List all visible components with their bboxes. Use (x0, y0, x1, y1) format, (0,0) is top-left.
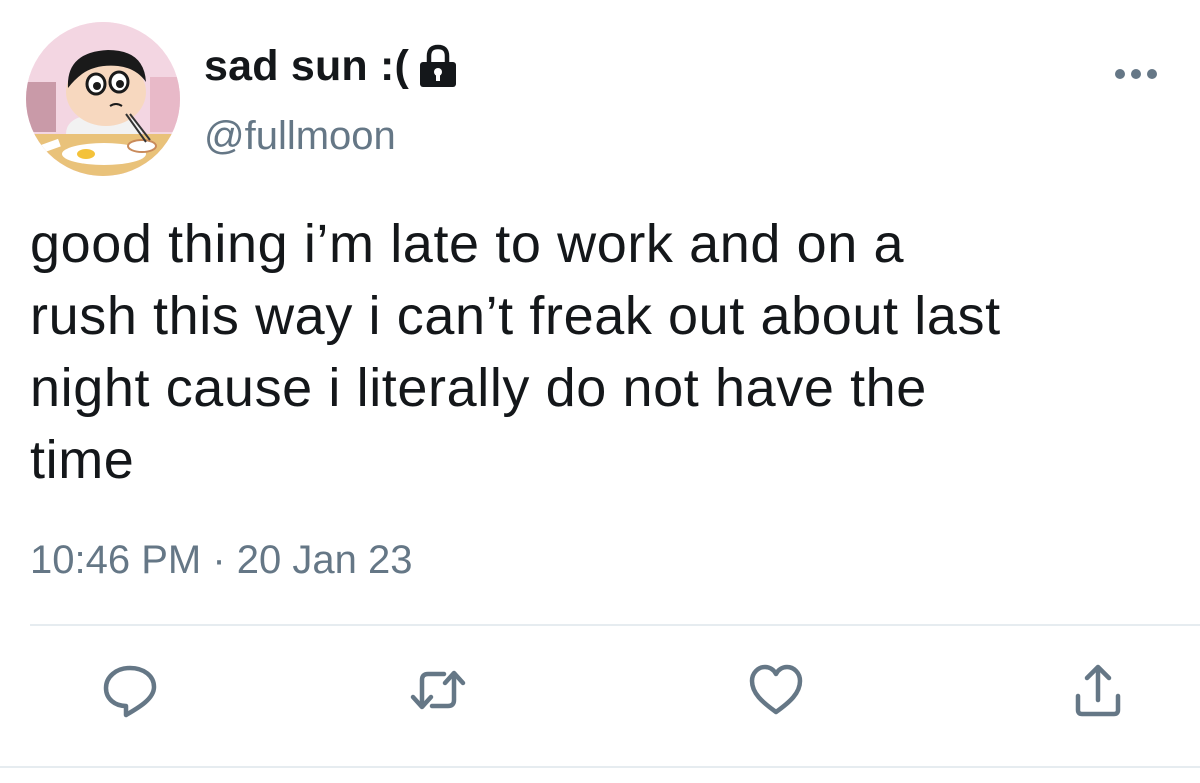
heart-icon (749, 664, 803, 715)
divider (30, 624, 1200, 626)
reply-button[interactable] (100, 660, 160, 720)
share-button[interactable] (1068, 660, 1128, 720)
bottom-divider (0, 766, 1200, 768)
user-handle[interactable]: @fullmoon (204, 114, 396, 159)
tweet-card: sad sun :( @fullmoon good thing i’m late… (0, 0, 1200, 783)
like-button[interactable] (746, 660, 806, 720)
lock-icon (417, 43, 459, 89)
tweet-text: good thing i’m late to work and on a rus… (30, 214, 1001, 490)
share-icon (1075, 664, 1121, 717)
more-dots-icon[interactable] (1114, 66, 1158, 82)
display-name-row: sad sun :( (204, 38, 459, 94)
avatar[interactable] (26, 22, 180, 176)
cartoon-boy-avatar-icon (26, 22, 180, 176)
display-name[interactable]: sad sun :( (204, 42, 409, 91)
tweet-timestamp[interactable]: 10:46 PM · 20 Jan 23 (30, 538, 412, 583)
action-bar (0, 660, 1200, 730)
reply-icon (103, 665, 157, 718)
retweet-button[interactable] (408, 660, 468, 720)
retweet-icon (410, 670, 466, 710)
